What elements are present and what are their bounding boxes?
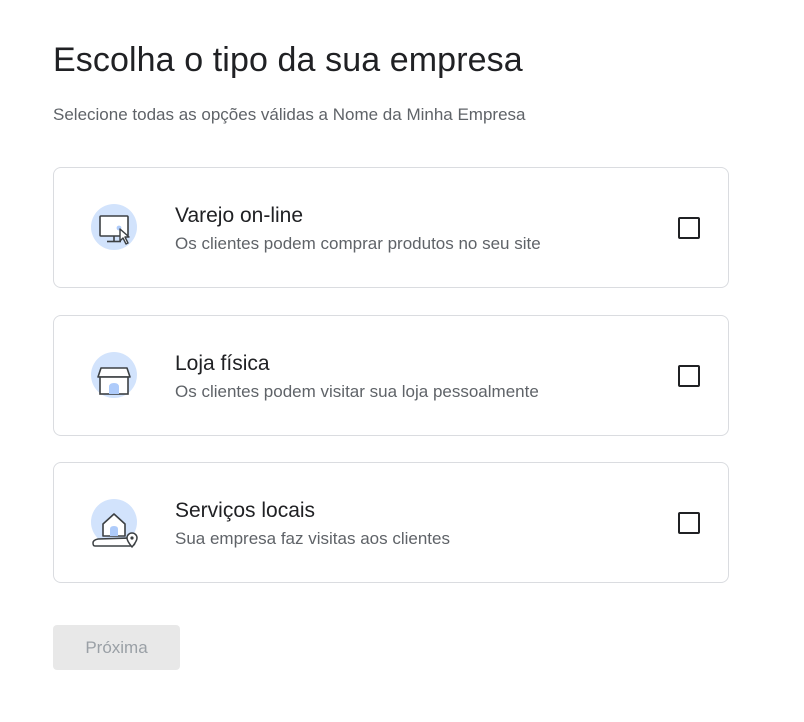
option-checkbox-physical-store[interactable] xyxy=(678,365,700,387)
page-subtitle: Selecione todas as opções válidas a Nome… xyxy=(53,105,526,124)
computer-cursor-icon xyxy=(90,203,142,255)
option-card-physical-store[interactable]: Loja física Os clientes podem visitar su… xyxy=(53,315,729,436)
storefront-icon xyxy=(90,351,142,403)
option-card-online-retail[interactable]: Varejo on-line Os clientes podem comprar… xyxy=(53,167,729,288)
next-button[interactable]: Próxima xyxy=(53,625,180,670)
option-title: Loja física xyxy=(175,352,270,375)
home-map-pin-icon xyxy=(90,498,142,550)
option-description: Sua empresa faz visitas aos clientes xyxy=(175,529,450,548)
option-title: Serviços locais xyxy=(175,499,316,522)
option-card-local-services[interactable]: Serviços locais Sua empresa faz visitas … xyxy=(53,462,729,583)
page-title: Escolha o tipo da sua empresa xyxy=(53,41,523,79)
option-description: Os clientes podem visitar sua loja pesso… xyxy=(175,382,539,401)
option-title: Varejo on-line xyxy=(175,204,304,227)
option-checkbox-local-services[interactable] xyxy=(678,512,700,534)
option-description: Os clientes podem comprar produtos no se… xyxy=(175,234,541,253)
option-checkbox-online-retail[interactable] xyxy=(678,217,700,239)
